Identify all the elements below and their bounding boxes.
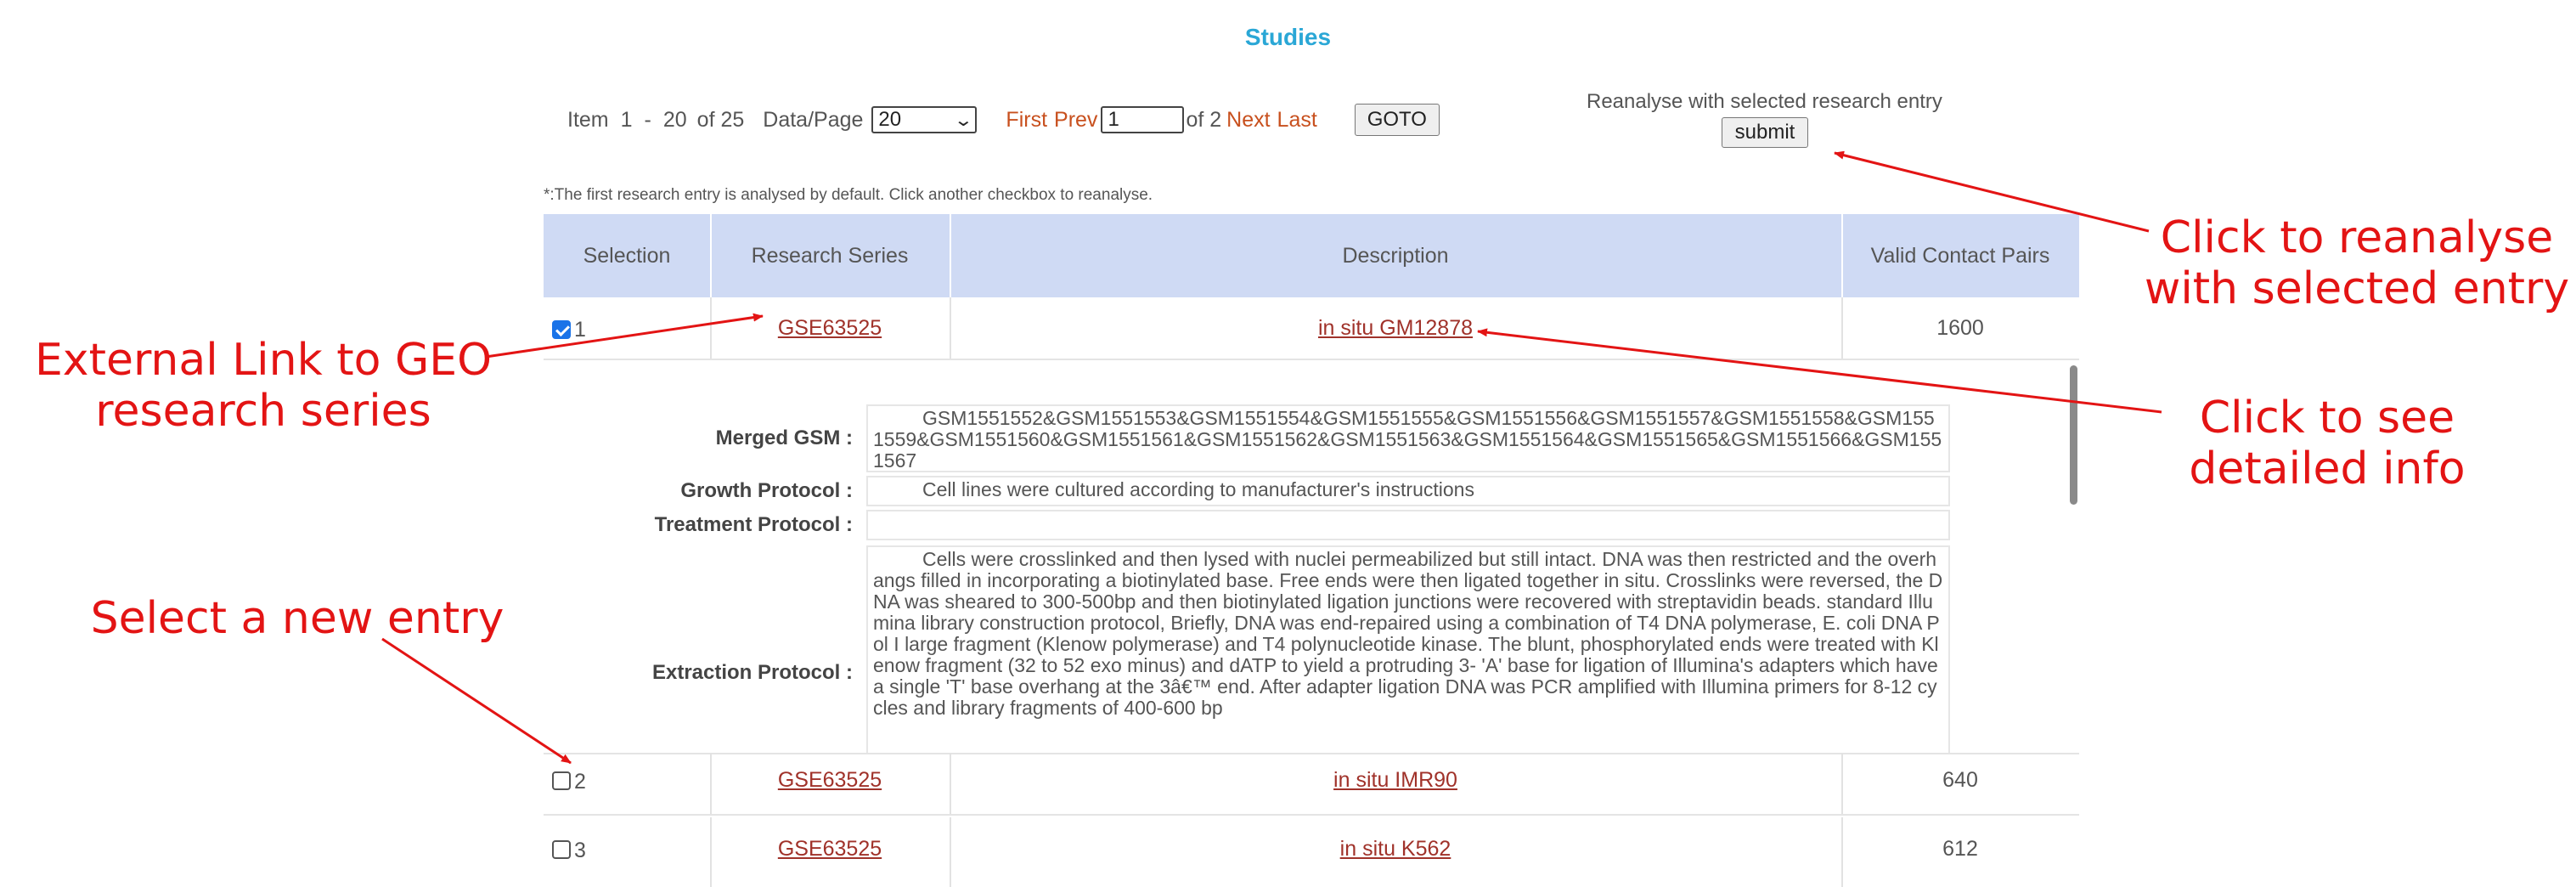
- arrow-to-submit-button: [1834, 150, 2150, 233]
- arrow-to-row-checkbox: [381, 637, 572, 765]
- arrow-to-description-link: [1477, 328, 2162, 414]
- annotation-arrows: [381, 150, 2162, 765]
- arrow-to-series-link: [485, 313, 764, 359]
